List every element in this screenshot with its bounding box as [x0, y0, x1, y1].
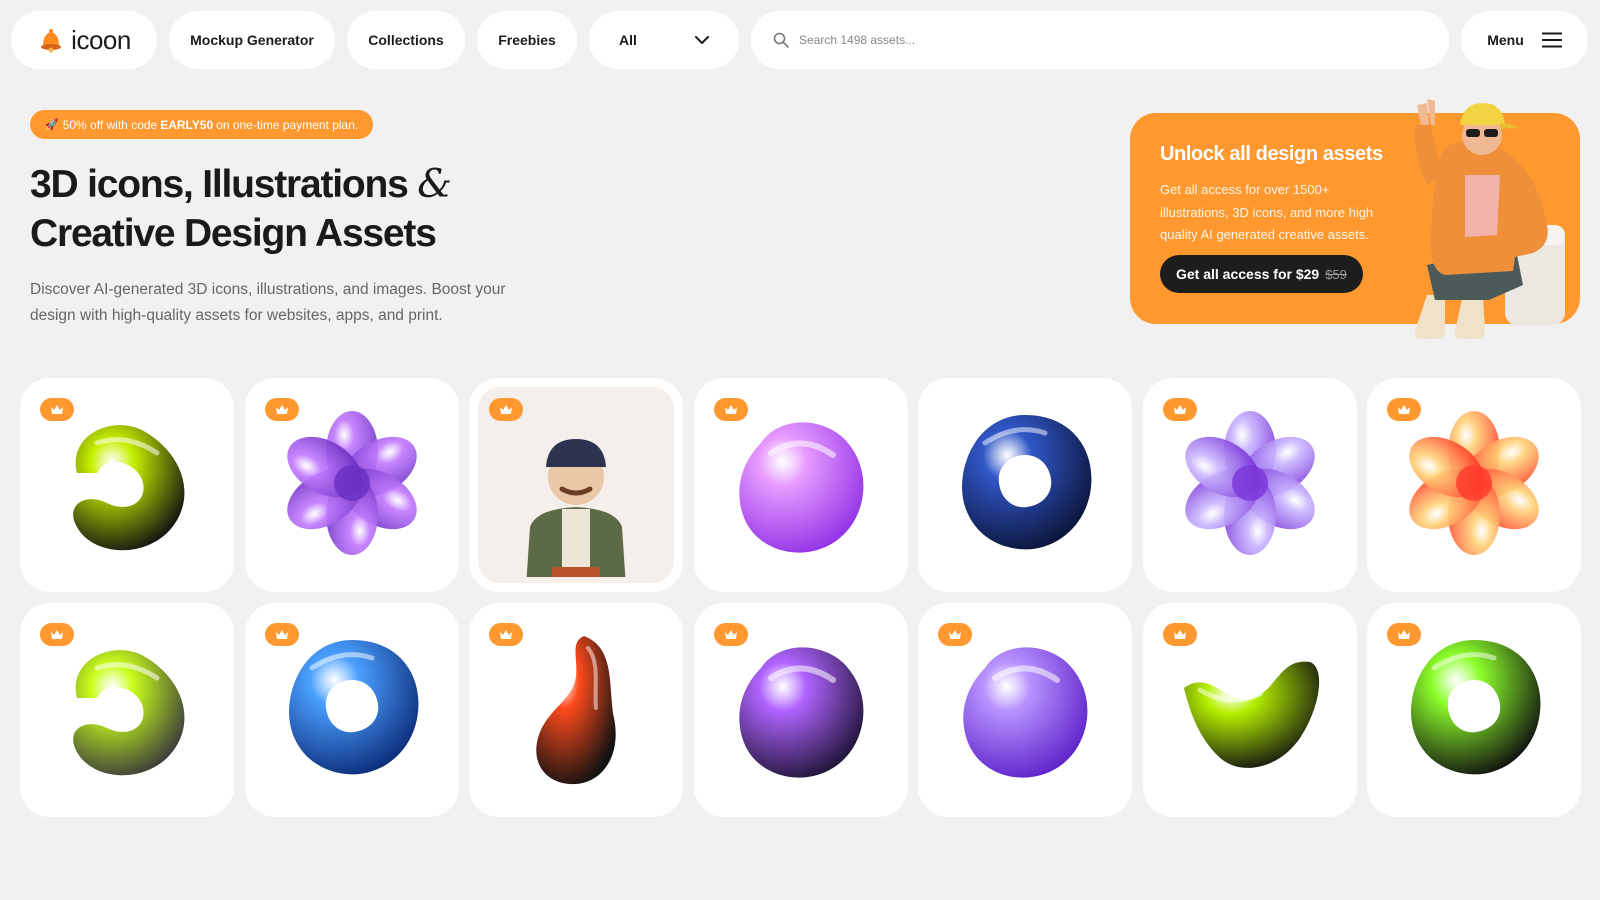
nav-freebies[interactable]: Freebies — [477, 11, 577, 69]
hero-subtitle: Discover AI-generated 3D icons, illustra… — [30, 281, 506, 324]
hamburger-icon — [1541, 32, 1562, 48]
page-title: 3D icons, Illustrations & Creative Desig… — [30, 160, 452, 258]
logo[interactable]: icoon — [11, 11, 157, 69]
asset-thumbnail — [721, 403, 881, 568]
promo-text-before: 50% off with code — [62, 117, 158, 132]
premium-crown-icon — [1162, 623, 1197, 646]
category-filter-select[interactable]: All — [589, 11, 739, 69]
unlock-title: Unlock all design assets — [1160, 143, 1383, 165]
promo-code: EARLY50 — [160, 117, 214, 132]
asset-card[interactable] — [244, 378, 459, 592]
search-icon — [773, 32, 789, 48]
asset-card[interactable] — [20, 603, 234, 817]
asset-card[interactable] — [20, 378, 234, 592]
asset-card[interactable] — [244, 603, 459, 817]
asset-thumbnail — [1170, 628, 1330, 793]
title-line-1: 3D icons, Illustrations — [30, 163, 409, 206]
asset-thumbnail — [1394, 628, 1554, 793]
category-filter-value: All — [619, 32, 637, 48]
premium-crown-icon — [1387, 398, 1421, 421]
old-price: $59 — [1325, 266, 1347, 282]
asset-thumbnail — [721, 628, 881, 793]
logo-text: icoon — [71, 24, 131, 55]
asset-card[interactable] — [918, 378, 1132, 592]
asset-thumbnail — [1394, 403, 1554, 568]
asset-thumbnail — [47, 628, 207, 793]
search-bar[interactable] — [751, 11, 1449, 69]
unlock-description: Get all access for over 1500+ illustrati… — [1160, 182, 1374, 242]
premium-crown-icon — [713, 398, 748, 421]
asset-thumbnail — [945, 628, 1105, 793]
asset-thumbnail — [496, 628, 656, 793]
nav-collections[interactable]: Collections — [347, 11, 465, 69]
asset-card[interactable] — [693, 378, 908, 592]
premium-crown-icon — [489, 398, 523, 421]
asset-card[interactable] — [1367, 378, 1581, 592]
asset-card[interactable] — [469, 378, 683, 592]
premium-crown-icon — [938, 623, 972, 646]
asset-card[interactable] — [1367, 603, 1581, 817]
premium-crown-icon — [1162, 398, 1197, 421]
asset-card[interactable] — [693, 603, 908, 817]
unlock-card: Unlock all design assets Get all access … — [1130, 99, 1580, 339]
asset-card[interactable] — [1142, 603, 1357, 817]
title-ampersand: & — [417, 162, 452, 207]
promo-text-after: on one-time payment plan. — [216, 117, 359, 132]
asset-thumbnail — [272, 628, 432, 793]
premium-crown-icon — [264, 623, 299, 646]
premium-crown-icon — [489, 623, 523, 646]
asset-card[interactable] — [918, 603, 1132, 817]
get-access-label: Get all access for $29 — [1176, 266, 1320, 282]
bell-logo-icon — [41, 29, 62, 53]
asset-grid — [20, 378, 1581, 817]
premium-crown-icon — [264, 398, 299, 421]
asset-thumbnail — [272, 403, 432, 568]
menu-button[interactable]: Menu — [1461, 11, 1588, 69]
premium-crown-icon — [40, 398, 74, 421]
premium-crown-icon — [40, 623, 74, 646]
search-input[interactable] — [799, 33, 1399, 47]
asset-thumbnail — [47, 403, 207, 568]
asset-card[interactable] — [469, 603, 683, 817]
promo-badge[interactable]: 🚀 50% off with code EARLY50 on one-time … — [30, 110, 374, 139]
get-access-button[interactable]: Get all access for $29 $59 — [1160, 255, 1363, 293]
premium-crown-icon — [713, 623, 748, 646]
rocket-icon: 🚀 — [45, 119, 59, 131]
asset-thumbnail — [1170, 403, 1330, 568]
asset-thumbnail — [496, 417, 656, 587]
title-line-2: Creative Design Assets — [30, 212, 437, 255]
asset-card[interactable] — [1142, 378, 1357, 592]
asset-thumbnail — [945, 403, 1105, 568]
premium-crown-icon — [1387, 623, 1421, 646]
nav-mockup-generator[interactable]: Mockup Generator — [169, 11, 335, 69]
menu-label: Menu — [1487, 32, 1524, 48]
character-illustration — [1414, 99, 1565, 339]
chevron-down-icon — [695, 35, 709, 44]
